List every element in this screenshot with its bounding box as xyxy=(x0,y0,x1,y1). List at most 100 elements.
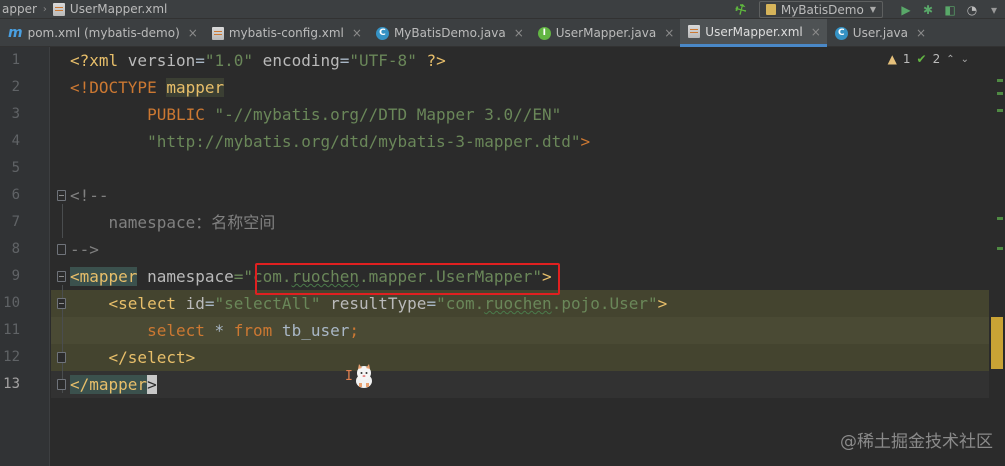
error-stripe-mark[interactable] xyxy=(997,247,1003,250)
error-stripe-mark[interactable] xyxy=(997,92,1003,95)
close-icon[interactable]: × xyxy=(188,26,198,40)
java-class-icon: C xyxy=(375,26,389,40)
code-line-1[interactable]: <?xml version="1.0" encoding="UTF-8" ?> xyxy=(70,47,446,74)
xml-file-icon xyxy=(52,2,65,16)
public-keyword: PUBLIC xyxy=(147,105,215,124)
xml-decl-open: <?xml xyxy=(70,51,128,70)
breadcrumb-item-file[interactable]: UserMapper.xml xyxy=(70,2,167,16)
chevron-down-icon: ▼ xyxy=(869,5,876,14)
comment-open: <!-- xyxy=(70,186,109,205)
mouse-text-cursor-icon: I xyxy=(345,369,353,384)
check-icon: ✔ xyxy=(916,52,927,66)
equals: = xyxy=(195,51,205,70)
error-stripe-mark[interactable] xyxy=(997,217,1003,220)
fold-guide xyxy=(62,204,63,238)
tab-pom-xml[interactable]: m pom.xml (mybatis-demo) × xyxy=(0,19,204,47)
tab-usermapper-java[interactable]: I UserMapper.java × xyxy=(530,19,681,47)
result-type-part-typo: ruochen xyxy=(484,294,552,313)
comment-text: namespace：名称空间 xyxy=(108,213,276,232)
close-icon[interactable]: × xyxy=(916,26,926,40)
line-number: 11 xyxy=(3,322,20,338)
doctype-keyword: <!DOCTYPE xyxy=(70,78,167,97)
chevron-down-icon[interactable]: ⌄ xyxy=(961,54,969,65)
tab-label: User.java xyxy=(852,26,909,40)
breadcrumb-item-folder[interactable]: apper xyxy=(2,2,37,16)
run-configuration-select[interactable]: MyBatisDemo ▼ xyxy=(758,1,883,18)
equals: = xyxy=(426,294,437,313)
build-hammer-icon[interactable]: ⚒ xyxy=(730,0,752,20)
close-icon[interactable]: × xyxy=(664,26,674,40)
ok-count: 2 xyxy=(932,52,941,66)
fold-collapse-icon[interactable] xyxy=(57,298,66,309)
error-stripe-mark[interactable] xyxy=(997,79,1003,82)
debug-icon[interactable]: ✱ xyxy=(917,0,939,19)
attr-name: namespace xyxy=(137,267,234,286)
tag-bracket: > xyxy=(657,294,668,313)
chevron-up-icon[interactable]: ⌃ xyxy=(946,54,954,65)
tab-user-java[interactable]: C User.java × xyxy=(827,19,932,47)
text-cursor: > xyxy=(147,375,157,394)
doctype-close: > xyxy=(580,132,591,151)
tag-bracket: < xyxy=(70,267,80,286)
fold-end-icon[interactable] xyxy=(57,352,66,363)
coverage-icon[interactable]: ◧ xyxy=(939,0,961,19)
profile-icon[interactable]: ◔ xyxy=(961,0,983,19)
tab-label: UserMapper.java xyxy=(555,26,657,40)
code-line-7[interactable]: namespace：名称空间 xyxy=(70,209,276,236)
code-line-11[interactable]: select * from tb_user; xyxy=(70,317,359,344)
inspection-widget[interactable]: ▲ 1 ✔ 2 ⌃ ⌄ xyxy=(888,52,969,66)
run-configuration-label: MyBatisDemo xyxy=(780,2,864,17)
close-icon[interactable]: × xyxy=(811,25,821,39)
close-icon[interactable]: × xyxy=(514,26,524,40)
line-number-gutter[interactable]: 1 2 3 4 5 6 7 8 9 10 11 12 13 xyxy=(0,47,50,466)
vertical-scrollbar[interactable] xyxy=(991,47,1005,466)
caret-line-highlight xyxy=(51,371,989,398)
code-line-2[interactable]: <!DOCTYPE mapper xyxy=(70,74,225,101)
sql-text: * xyxy=(204,321,234,340)
result-type-part: .pojo.User" xyxy=(551,294,658,313)
fold-collapse-icon[interactable] xyxy=(57,190,66,201)
line-number: 3 xyxy=(11,106,20,122)
code-line-3[interactable]: PUBLIC "-//mybatis.org//DTD Mapper 3.0//… xyxy=(70,101,561,128)
code-line-13[interactable]: </mapper> xyxy=(70,371,157,398)
tab-usermapper-xml[interactable]: UserMapper.xml × xyxy=(680,19,827,47)
attr-value: "UTF-8" xyxy=(349,51,417,70)
tab-mybatis-config-xml[interactable]: mybatis-config.xml × xyxy=(204,19,368,47)
line-number: 5 xyxy=(11,160,20,176)
selection-stripe-mark[interactable] xyxy=(991,317,1003,369)
error-stripe-mark[interactable] xyxy=(997,109,1003,112)
close-icon[interactable]: × xyxy=(352,26,362,40)
code-line-12[interactable]: </select> xyxy=(70,344,196,371)
chevron-down-icon[interactable]: ▾ xyxy=(983,0,1005,19)
attr-name: version xyxy=(127,51,196,70)
select-open-tag: <select xyxy=(108,294,186,313)
line-number: 2 xyxy=(11,79,20,95)
code-line-8[interactable]: --> xyxy=(70,236,99,263)
fold-end-icon[interactable] xyxy=(57,379,66,390)
code-line-4[interactable]: "http://mybatis.org/dtd/mybatis-3-mapper… xyxy=(70,128,590,155)
line-number: 8 xyxy=(11,241,20,257)
code-line-6[interactable]: <!-- xyxy=(70,182,109,209)
watermark: @稀土掘金技术社区 xyxy=(840,432,993,452)
java-class-icon: C xyxy=(834,26,848,40)
equals: = xyxy=(339,51,350,70)
fold-end-icon[interactable] xyxy=(57,244,66,255)
result-type-part: "com. xyxy=(436,294,485,313)
attr-name: encoding xyxy=(253,51,340,70)
system-id: "http://mybatis.org/dtd/mybatis-3-mapper… xyxy=(147,132,581,151)
comment-close: --> xyxy=(70,240,99,259)
editor-tabs: m pom.xml (mybatis-demo) × mybatis-confi… xyxy=(0,19,1005,47)
tab-mybatisdemo-java[interactable]: C MyBatisDemo.java × xyxy=(368,19,530,47)
run-icon[interactable]: ▶ xyxy=(895,0,917,19)
java-app-icon xyxy=(765,4,776,15)
attr-name: id xyxy=(185,294,205,313)
equals: = xyxy=(204,294,215,313)
code-editor[interactable]: 1 2 3 4 5 6 7 8 9 10 11 12 13 <?xml vers… xyxy=(0,47,1005,466)
doctype-name: mapper xyxy=(166,78,225,97)
fold-collapse-icon[interactable] xyxy=(57,271,66,282)
